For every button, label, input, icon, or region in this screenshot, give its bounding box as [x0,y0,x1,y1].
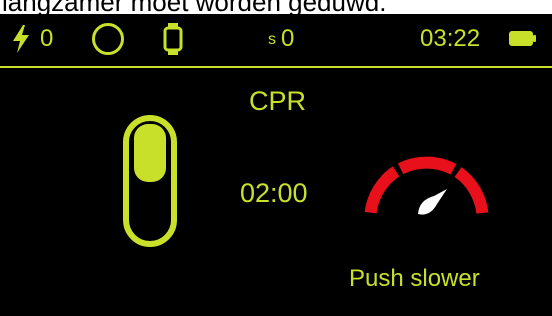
lightning-icon [13,25,29,53]
depth-slider-thumb [134,124,166,182]
cpr-timer: 02:00 [240,178,308,208]
advice-text: Push slower [349,265,480,292]
shock-count: 0 [40,25,54,52]
gauge-segment-fast [454,167,489,214]
caption-text: langzamer moet worden geduwd. [0,0,552,14]
battery-cap [533,35,536,42]
s-label: s [268,31,276,48]
depth-slider [123,115,177,247]
rate-gauge [364,156,489,215]
battery-icon [509,31,533,46]
gauge-segment-slow [364,166,400,214]
status-bar: 0 s 0 03:22 [0,14,552,68]
watch-icon [163,23,183,55]
clock-time: 03:22 [420,25,481,52]
gauge-needle [418,189,447,215]
circle-icon [92,23,124,55]
s-value: 0 [281,25,295,52]
status-divider [0,66,552,68]
gauge-segment-ok [397,156,457,175]
device-screen: 0 s 0 03:22 CPR 02:00 Push slower [0,14,552,316]
mode-title: CPR [249,86,307,116]
